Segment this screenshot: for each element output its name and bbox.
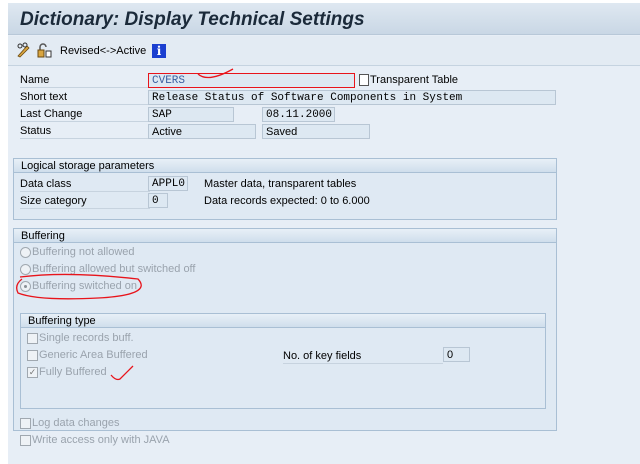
annotation-check <box>110 365 134 381</box>
annotation-tick <box>197 68 234 79</box>
red-annotations <box>16 68 234 381</box>
annotation-circle <box>16 273 142 300</box>
sap-window: Dictionary: Display Technical Settings R… <box>8 3 640 464</box>
